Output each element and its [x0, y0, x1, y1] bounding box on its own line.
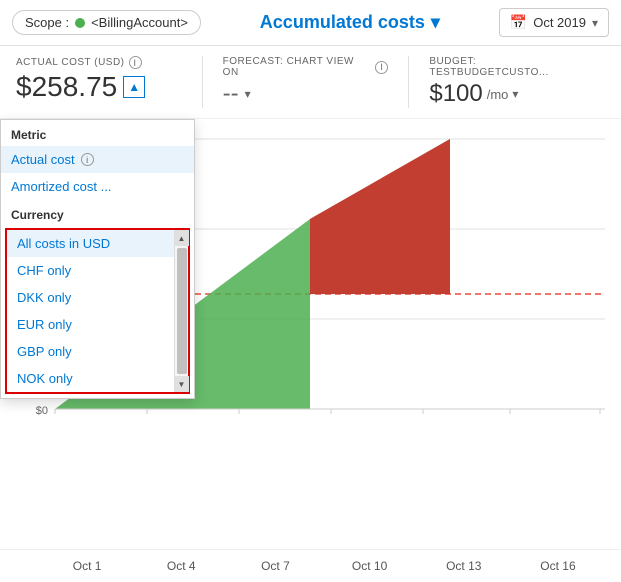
currency-scrollbar: ▲ ▼ [174, 230, 188, 392]
budget-label: BUDGET: TESTBUDGETCUSTO... [429, 56, 595, 78]
currency-item-usd[interactable]: All costs in USD [7, 230, 174, 257]
currency-item-gbp[interactable]: GBP only [7, 338, 174, 365]
metrics-divider-1 [202, 56, 203, 108]
scroll-thumb [177, 248, 187, 374]
actual-cost-option-info-icon[interactable]: i [81, 153, 94, 166]
currency-usd-label: All costs in USD [17, 236, 110, 251]
actual-cost-info-icon[interactable]: i [129, 56, 142, 69]
currency-eur-label: EUR only [17, 317, 72, 332]
forecast-info-icon[interactable]: i [375, 61, 388, 74]
currency-dkk-label: DKK only [17, 290, 71, 305]
forecast-label: FORECAST: CHART VIEW ON [223, 56, 372, 78]
budget-value-row: $100 /mo ▾ [429, 80, 595, 108]
x-labels-row: Oct 1 Oct 4 Oct 7 Oct 10 Oct 13 Oct 16 [40, 559, 605, 573]
title-chevron-icon: ▾ [431, 12, 440, 33]
scope-label: Scope : [25, 15, 69, 30]
actual-cost-label: ACTUAL COST (USD) [16, 57, 125, 68]
accumulated-costs-button[interactable]: Accumulated costs ▾ [260, 12, 440, 33]
currency-item-chf[interactable]: CHF only [7, 257, 174, 284]
actual-cost-label-row: ACTUAL COST (USD) i [16, 56, 182, 69]
dropdown-item-amortized-cost[interactable]: Amortized cost ... [1, 173, 194, 200]
x-label-oct10: Oct 10 [323, 559, 417, 573]
currency-section-label: Currency [1, 200, 194, 226]
currency-item-nok[interactable]: NOK only [7, 365, 174, 392]
main-content: $100 $50 $0 Metric Actual cost [0, 119, 621, 549]
currency-options-border: All costs in USD CHF only DKK only EUR o… [5, 228, 190, 394]
metrics-divider-2 [408, 56, 409, 108]
x-axis-labels-bar: Oct 1 Oct 4 Oct 7 Oct 10 Oct 13 Oct 16 [0, 549, 621, 582]
metric-dropdown: Metric Actual cost i Amortized cost ... … [0, 119, 195, 399]
accumulated-costs-label: Accumulated costs [260, 12, 425, 33]
amortized-cost-option-label: Amortized cost ... [11, 179, 111, 194]
svg-text:$0: $0 [36, 405, 48, 417]
forecast-chevron-icon[interactable]: ▾ [245, 87, 251, 101]
budget-value: $100 [429, 80, 482, 108]
scope-dot [75, 18, 85, 28]
forecast-value-row: -- ▾ [223, 80, 389, 108]
actual-cost-value-row: $258.75 ▲ [16, 71, 182, 103]
date-chevron-icon: ▾ [592, 16, 598, 30]
x-label-oct4: Oct 4 [134, 559, 228, 573]
top-bar: Scope : <BillingAccount> Accumulated cos… [0, 0, 621, 46]
scope-value: <BillingAccount> [91, 15, 188, 30]
title-section: Accumulated costs ▾ [213, 12, 487, 33]
actual-cost-up-arrow[interactable]: ▲ [123, 76, 145, 98]
date-selector-button[interactable]: 📅 Oct 2019 ▾ [499, 8, 609, 37]
metric-section-label: Metric [1, 120, 194, 146]
calendar-icon: 📅 [510, 14, 527, 31]
scope-selector[interactable]: Scope : <BillingAccount> [12, 10, 201, 35]
actual-cost-option-label: Actual cost [11, 152, 75, 167]
dropdown-item-actual-cost[interactable]: Actual cost i [1, 146, 194, 173]
currency-scrollbar-container: All costs in USD CHF only DKK only EUR o… [7, 230, 188, 392]
currency-item-dkk[interactable]: DKK only [7, 284, 174, 311]
x-label-oct13: Oct 13 [417, 559, 511, 573]
x-label-oct1: Oct 1 [40, 559, 134, 573]
scroll-up-button[interactable]: ▲ [175, 230, 189, 246]
budget-period: /mo [487, 87, 509, 102]
x-label-oct7: Oct 7 [228, 559, 322, 573]
currency-nok-label: NOK only [17, 371, 73, 386]
metrics-bar: ACTUAL COST (USD) i $258.75 ▲ FORECAST: … [0, 46, 621, 119]
forecast-value: -- [223, 80, 239, 108]
scroll-down-button[interactable]: ▼ [175, 376, 189, 392]
budget-label-row: BUDGET: TESTBUDGETCUSTO... [429, 56, 595, 78]
x-label-oct16: Oct 16 [511, 559, 605, 573]
actual-cost-value: $258.75 [16, 71, 117, 103]
budget-metric: BUDGET: TESTBUDGETCUSTO... $100 /mo ▾ [419, 56, 605, 108]
currency-chf-label: CHF only [17, 263, 71, 278]
actual-cost-metric: ACTUAL COST (USD) i $258.75 ▲ [16, 56, 192, 103]
currency-items-list: All costs in USD CHF only DKK only EUR o… [7, 230, 174, 392]
date-label: Oct 2019 [533, 15, 586, 30]
forecast-label-row: FORECAST: CHART VIEW ON i [223, 56, 389, 78]
budget-chevron-icon[interactable]: ▾ [512, 87, 518, 101]
currency-gbp-label: GBP only [17, 344, 72, 359]
currency-item-eur[interactable]: EUR only [7, 311, 174, 338]
forecast-metric: FORECAST: CHART VIEW ON i -- ▾ [213, 56, 399, 108]
